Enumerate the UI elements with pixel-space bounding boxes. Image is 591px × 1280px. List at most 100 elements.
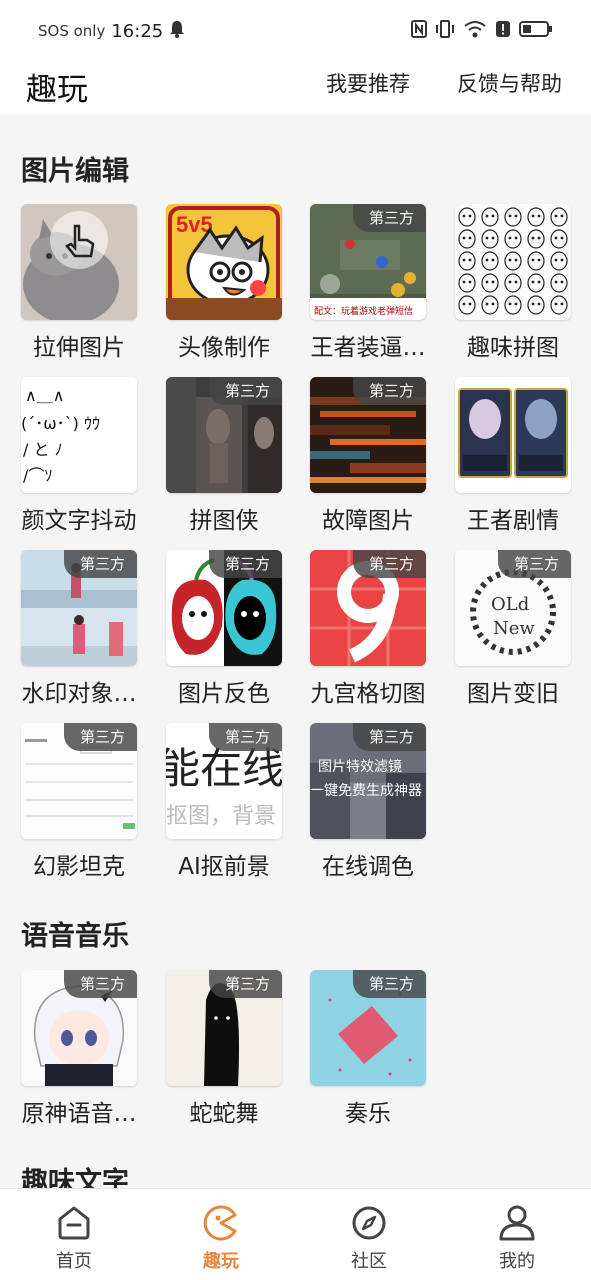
nav-label: 趣玩	[203, 1251, 239, 1272]
nav-label: 社区	[351, 1251, 387, 1272]
anime-character-thumb: 第三方	[21, 970, 137, 1086]
tile-label: 图片反色	[178, 681, 270, 707]
third-party-badge: 第三方	[352, 204, 426, 232]
tile-label: 拉伸图片	[33, 335, 125, 361]
text-preview-thumb: 能在线 抠图，背景 第三方	[166, 723, 282, 839]
cat-photo-thumb	[21, 204, 137, 320]
tile-label: 拼图侠	[189, 508, 259, 534]
tile-collage-hero[interactable]: 第三方 拼图侠	[160, 377, 304, 537]
third-party-badge: 第三方	[208, 723, 282, 751]
tile-fun-collage[interactable]: 趣味拼图	[449, 204, 591, 364]
status-bar: SOS only 16:25	[0, 0, 591, 62]
tile-stretch-image[interactable]: 拉伸图片	[15, 204, 159, 364]
kaomoji-thumb: ∧＿∧ (´･ω･`) ｳｳ / と ﾉ /⌒ｿ	[21, 377, 137, 493]
feedback-help-link[interactable]: 反馈与帮助	[457, 68, 562, 98]
nine-grid-thumb: 第三方	[310, 550, 426, 666]
play-pacman-icon	[203, 1205, 237, 1241]
dark-photo-thumb: 第三方	[166, 377, 282, 493]
old-text: OLd	[491, 594, 529, 615]
filter-banner-title: 图片特效滤镜	[318, 759, 402, 775]
third-party-badge: 第三方	[208, 970, 282, 998]
inverted-cartoon-thumb: 第三方	[166, 550, 282, 666]
old-new-thumb: OLd New 第三方	[455, 550, 571, 666]
tile-online-color[interactable]: 图片特效滤镜 一键免费生成神器 第三方 在线调色	[304, 723, 448, 883]
tile-snake-dance[interactable]: 第三方 蛇蛇舞	[160, 970, 304, 1130]
tile-label: 蛇蛇舞	[189, 1101, 259, 1127]
page-title: 趣玩	[26, 72, 88, 108]
battery-icon	[519, 20, 553, 42]
tile-label: 头像制作	[178, 335, 270, 361]
section-title-image-edit: 图片编辑	[21, 156, 129, 187]
tile-label: AI抠前景	[178, 854, 270, 880]
nav-item-home[interactable]: 首页	[24, 1203, 124, 1273]
tile-label: 颜文字抖动	[21, 508, 137, 534]
main-content[interactable]: 图片编辑 拉伸图片 5v5 头像制作 配文：玩着游戏老弹短信 第三方 王者装逼……	[0, 114, 591, 1188]
tile-watermark-object[interactable]: 第三方 水印对象…	[15, 550, 159, 710]
carrier-text: SOS only	[38, 22, 106, 40]
nav-item-community[interactable]: 社区	[319, 1203, 419, 1273]
tile-label: 水印对象…	[21, 681, 137, 707]
tile-phantom-tank[interactable]: 第三方 幻影坦克	[15, 723, 159, 883]
kaomoji-line: / と ﾉ	[23, 440, 63, 459]
tile-label: 在线调色	[322, 854, 414, 880]
tile-label: 图片变旧	[467, 681, 559, 707]
filter-banner-subtitle: 一键免费生成神器	[310, 783, 422, 799]
nav-label: 首页	[56, 1251, 92, 1272]
third-party-badge: 第三方	[352, 723, 426, 751]
glitch-thumb: 第三方	[310, 377, 426, 493]
compass-icon	[352, 1206, 386, 1240]
tile-label: 奏乐	[345, 1101, 391, 1127]
recommend-link[interactable]: 我要推荐	[326, 68, 410, 98]
third-party-badge: 第三方	[497, 550, 571, 578]
third-party-badge: 第三方	[208, 550, 282, 578]
tile-glitch-image[interactable]: 第三方 故障图片	[304, 377, 448, 537]
tile-avatar-maker[interactable]: 5v5 头像制作	[160, 204, 304, 364]
hero-cards-thumb	[455, 377, 571, 493]
black-blob-thumb: 第三方	[166, 970, 282, 1086]
status-right	[411, 20, 553, 42]
game-caption: 配文：玩着游戏老弹短信	[314, 305, 413, 317]
tile-nine-grid[interactable]: 第三方 九宫格切图	[304, 550, 448, 710]
bell-icon	[169, 20, 185, 42]
tile-honor-story[interactable]: 王者剧情	[449, 377, 591, 537]
third-party-badge: 第三方	[63, 970, 137, 998]
third-party-badge: 第三方	[352, 550, 426, 578]
tile-play-music[interactable]: 第三方 奏乐	[304, 970, 448, 1130]
nav-item-play[interactable]: 趣玩	[171, 1203, 271, 1273]
ai-preview-text: 能在线	[166, 744, 282, 793]
clock-time: 16:25	[111, 20, 164, 42]
third-party-badge: 第三方	[63, 550, 137, 578]
tile-kaomoji-shake[interactable]: ∧＿∧ (´･ω･`) ｳｳ / と ﾉ /⌒ｿ 颜文字抖动	[15, 377, 159, 537]
ai-preview-subtext: 抠图，背景	[166, 804, 276, 829]
person-icon	[499, 1205, 535, 1241]
tile-label: 故障图片	[322, 508, 414, 534]
tile-ai-foreground[interactable]: 能在线 抠图，背景 第三方 AI抠前景	[160, 723, 304, 883]
wifi-icon	[463, 20, 487, 42]
kaomoji-line: (´･ω･`) ｳｳ	[21, 414, 100, 433]
tile-label: 九宫格切图	[310, 681, 426, 707]
third-party-badge: 第三方	[352, 970, 426, 998]
third-party-badge: 第三方	[352, 377, 426, 405]
vibrate-icon	[435, 20, 455, 42]
tile-genshin-voice[interactable]: 第三方 原神语音…	[15, 970, 159, 1130]
pink-square-thumb: 第三方	[310, 970, 426, 1086]
new-text: New	[493, 618, 535, 639]
kaomoji-line: ∧＿∧	[25, 386, 64, 405]
tile-label: 王者装逼…	[310, 335, 426, 361]
section-title-voice-music: 语音音乐	[21, 921, 129, 952]
avatar-thumb: 5v5	[166, 204, 282, 320]
home-icon	[58, 1206, 90, 1240]
section-title-fun-text: 趣味文字	[21, 1167, 129, 1188]
game-screenshot-thumb: 配文：玩着游戏老弹短信 第三方	[310, 204, 426, 320]
nfc-icon	[411, 20, 427, 42]
kaomoji-line: /⌒ｿ	[23, 466, 52, 485]
meme-grid-thumb	[455, 204, 571, 320]
tile-honor-flex[interactable]: 配文：玩着游戏老弹短信 第三方 王者装逼…	[304, 204, 448, 364]
form-screenshot-thumb: 第三方	[21, 723, 137, 839]
nav-item-mine[interactable]: 我的	[467, 1203, 567, 1273]
nav-label: 我的	[499, 1251, 535, 1272]
status-left: SOS only 16:25	[38, 20, 185, 42]
tile-invert-color[interactable]: 第三方 图片反色	[160, 550, 304, 710]
bottom-nav: 首页 趣玩 社区 我的	[0, 1188, 591, 1280]
tile-image-aging[interactable]: OLd New 第三方 图片变旧	[449, 550, 591, 710]
